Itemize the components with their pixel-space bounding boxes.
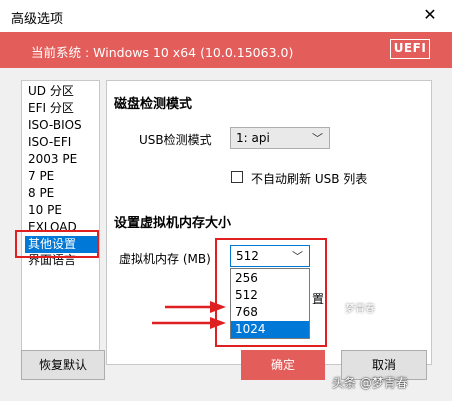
restore-defaults-button[interactable]: 恢复默认 — [21, 350, 105, 380]
arrow-icon — [165, 301, 226, 313]
watermark-faint: 梦青春 — [345, 304, 375, 315]
annotation-arrows — [152, 301, 226, 329]
watermark: 头条 @梦青春 — [332, 376, 408, 390]
arrow-icon — [152, 317, 226, 329]
ok-button[interactable]: 确定 — [241, 350, 325, 380]
